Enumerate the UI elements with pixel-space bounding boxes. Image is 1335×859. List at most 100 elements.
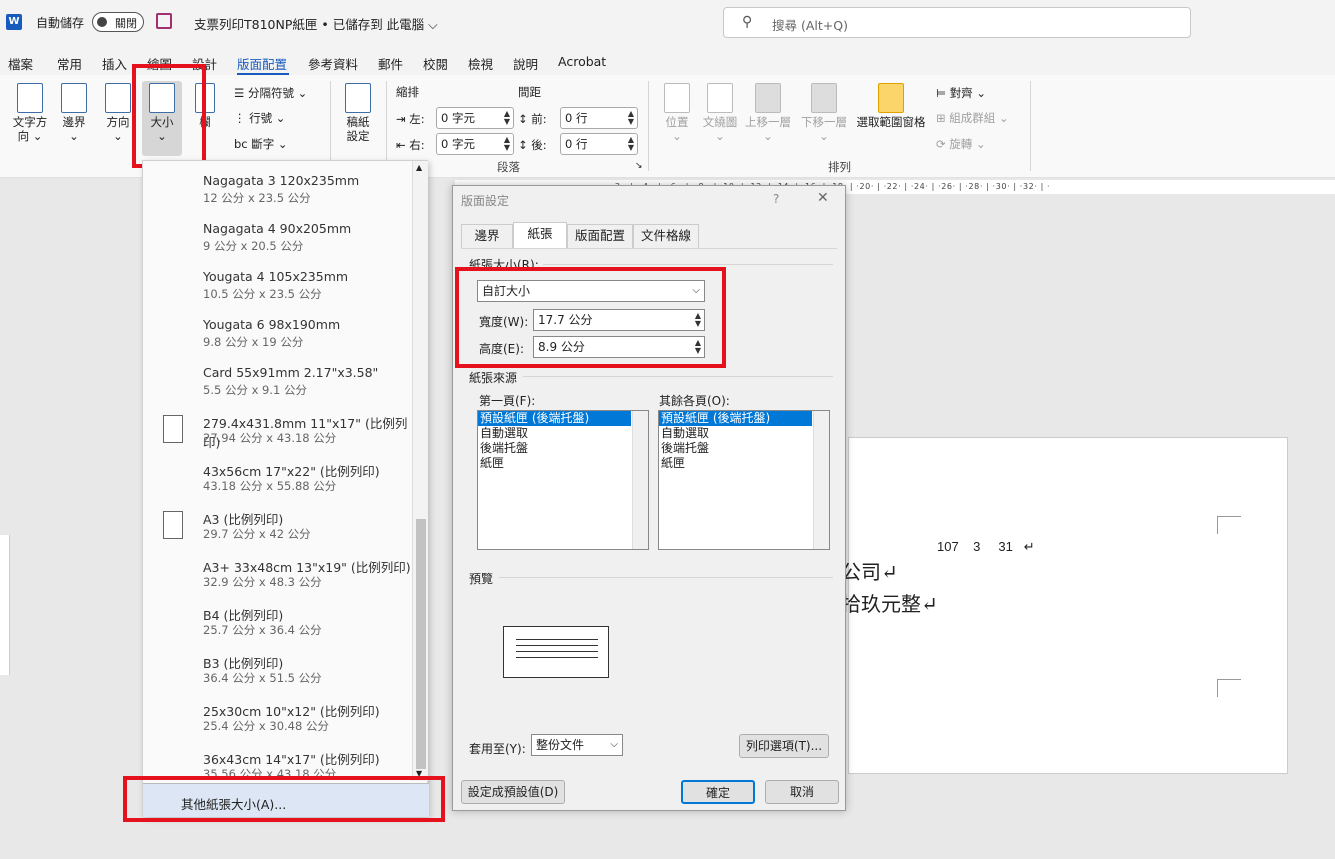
- scrollbar-thumb[interactable]: [416, 519, 426, 769]
- list-item[interactable]: Nagagata 3 120x235mm 12 公分 x 23.5 公分: [143, 167, 411, 215]
- paper-size-dimensions: 27.94 公分 x 43.18 公分: [203, 431, 337, 445]
- orientation-icon: [105, 83, 131, 113]
- group-icon: ⊞: [936, 111, 950, 125]
- rotate-button[interactable]: ⟳ 旋轉 ⌄: [936, 136, 986, 152]
- list-item[interactable]: B4 (比例列印) 25.7 公分 x 36.4 公分: [143, 599, 411, 647]
- hyphenation-button[interactable]: bc 斷字 ⌄: [234, 136, 288, 152]
- bring-forward-button[interactable]: 上移一層 ⌄: [742, 83, 794, 143]
- group-button[interactable]: ⊞ 組成群組 ⌄: [936, 110, 1009, 126]
- preview-label: 預覽: [469, 572, 494, 586]
- dropdown-scrollbar[interactable]: ▲ ▼: [412, 161, 428, 781]
- tab-layout[interactable]: 版面配置: [567, 224, 633, 248]
- margins-button[interactable]: 邊界 ⌄: [56, 83, 92, 143]
- space-after-input[interactable]: 0 行 ▲ ▼: [560, 133, 638, 155]
- ok-button[interactable]: 確定: [681, 780, 755, 804]
- tab-margins[interactable]: 邊界: [461, 224, 513, 248]
- space-before-label: ↕ 前:: [518, 112, 547, 126]
- autosave-toggle[interactable]: 關閉: [92, 12, 144, 32]
- list-item[interactable]: 預設紙匣 (後端托盤): [659, 411, 812, 426]
- paper-size-name: Yougata 6 98x190mm: [203, 317, 341, 332]
- list-item[interactable]: Card 55x91mm 2.17"x3.58" 5.5 公分 x 9.1 公分: [143, 359, 411, 407]
- search-placeholder: 搜尋 (Alt+Q): [772, 18, 848, 33]
- list-item[interactable]: 279.4x431.8mm 11"x17" (比例列印) 27.94 公分 x 4…: [143, 407, 411, 455]
- document-title[interactable]: 支票列印T810NP紙匣 • 已儲存到 此電腦 ⌵: [194, 14, 438, 33]
- close-icon[interactable]: ✕: [817, 190, 829, 206]
- paper-size-dimensions: 9 公分 x 20.5 公分: [203, 239, 304, 253]
- indent-right-icon: ⇤: [396, 138, 410, 152]
- list-item[interactable]: Nagagata 4 90x205mm 9 公分 x 20.5 公分: [143, 215, 411, 263]
- send-backward-button[interactable]: 下移一層 ⌄: [798, 83, 850, 143]
- list-item[interactable]: 43x56cm 17"x22" (比例列印) 43.18 公分 x 55.88 公…: [143, 455, 411, 503]
- tab-acrobat[interactable]: Acrobat: [558, 54, 606, 69]
- paper-size-dimensions: 25.7 公分 x 36.4 公分: [203, 623, 322, 637]
- indent-right-input[interactable]: 0 字元 ▲ ▼: [436, 133, 514, 155]
- tab-view[interactable]: 檢視: [468, 54, 493, 73]
- list-scrollbar[interactable]: [632, 411, 648, 549]
- list-item[interactable]: A3 (比例列印) 29.7 公分 x 42 公分: [143, 503, 411, 551]
- list-item[interactable]: 自動選取: [659, 426, 829, 441]
- indent-right-label: ⇤ 右:: [396, 138, 425, 152]
- list-item[interactable]: 後端托盤: [659, 441, 829, 456]
- list-item[interactable]: Yougata 6 98x190mm 9.8 公分 x 19 公分: [143, 311, 411, 359]
- list-scrollbar[interactable]: [813, 411, 829, 549]
- tab-home[interactable]: 常用: [57, 54, 82, 73]
- tab-help[interactable]: 說明: [513, 54, 538, 73]
- draft-settings-button[interactable]: 稿紙 設定: [340, 83, 376, 143]
- save-icon[interactable]: [156, 13, 172, 29]
- list-item[interactable]: 後端托盤: [478, 441, 648, 456]
- tab-paper[interactable]: 紙張: [513, 222, 567, 249]
- selection-pane-icon: [878, 83, 904, 113]
- list-item[interactable]: A3+ 33x48cm 13"x19" (比例列印) 32.9 公分 x 48.3…: [143, 551, 411, 599]
- orientation-label: 方向 ⌄: [106, 115, 130, 143]
- list-item[interactable]: 預設紙匣 (後端托盤): [478, 411, 631, 426]
- line-numbers-button[interactable]: ⋮ 行號 ⌄: [234, 110, 285, 126]
- draft-icon: [345, 83, 371, 113]
- text-direction-button[interactable]: 文字方 向 ⌄: [8, 83, 52, 143]
- list-item[interactable]: 自動選取: [478, 426, 648, 441]
- tab-divider: [461, 248, 837, 249]
- tab-references[interactable]: 參考資料: [308, 54, 358, 73]
- search-box[interactable]: ⚲ 搜尋 (Alt+Q): [723, 7, 1191, 38]
- list-item[interactable]: 紙匣: [659, 456, 829, 471]
- breaks-button[interactable]: ☰ 分隔符號 ⌄: [234, 85, 307, 101]
- separator: [1030, 81, 1031, 171]
- check-date: 107 3 31 ↵: [937, 539, 1035, 554]
- apply-to-label: 套用至(Y):: [469, 742, 526, 756]
- list-item[interactable]: Yougata 4 105x235mm 10.5 公分 x 23.5 公分: [143, 263, 411, 311]
- apply-to-select[interactable]: 整份文件 ⌵: [531, 734, 623, 756]
- position-icon: [664, 83, 690, 113]
- scroll-up-icon[interactable]: ▲: [416, 163, 422, 172]
- list-item[interactable]: 紙匣: [478, 456, 648, 471]
- selection-pane-button[interactable]: 選取範圍窗格: [854, 83, 928, 129]
- help-icon[interactable]: ?: [773, 192, 779, 206]
- list-item[interactable]: 25x30cm 10"x12" (比例列印) 25.4 公分 x 30.48 公分: [143, 695, 411, 743]
- paper-size-dimensions: 5.5 公分 x 9.1 公分: [203, 383, 308, 397]
- first-page-source-list[interactable]: 預設紙匣 (後端托盤) 自動選取 後端托盤 紙匣: [477, 410, 649, 550]
- paper-size-name: Nagagata 4 90x205mm: [203, 221, 352, 236]
- set-default-button[interactable]: 設定成預設值(D): [461, 780, 565, 804]
- cancel-button[interactable]: 取消: [765, 780, 839, 804]
- tab-layout[interactable]: 版面配置: [237, 54, 287, 73]
- wrap-text-button[interactable]: 文繞圖 ⌄: [700, 83, 740, 143]
- other-pages-source-list[interactable]: 預設紙匣 (後端托盤) 自動選取 後端托盤 紙匣: [658, 410, 830, 550]
- paragraph-launcher-icon[interactable]: ↘: [635, 161, 643, 171]
- dialog-title: 版面設定: [461, 194, 510, 208]
- tab-insert[interactable]: 插入: [102, 54, 127, 73]
- list-item[interactable]: B3 (比例列印) 36.4 公分 x 51.5 公分: [143, 647, 411, 695]
- indent-left-input[interactable]: 0 字元 ▲ ▼: [436, 107, 514, 129]
- arrange-group-label: 排列: [828, 160, 851, 174]
- orientation-button[interactable]: 方向 ⌄: [100, 83, 136, 143]
- position-button[interactable]: 位置 ⌄: [660, 83, 694, 143]
- title-bar: W 自動儲存 關閉 支票列印T810NP紙匣 • 已儲存到 此電腦 ⌵ ⚲ 搜尋…: [0, 0, 1335, 45]
- breaks-label: 分隔符號 ⌄: [247, 86, 308, 100]
- print-options-button[interactable]: 列印選項(T)...: [739, 734, 829, 758]
- align-button[interactable]: ⊨ 對齊 ⌄: [936, 85, 986, 101]
- tab-document-grid[interactable]: 文件格線: [633, 224, 699, 248]
- tab-review[interactable]: 校閱: [423, 54, 448, 73]
- space-before-input[interactable]: 0 行 ▲ ▼: [560, 107, 638, 129]
- space-after-icon: ↕: [518, 138, 532, 152]
- tab-file[interactable]: 檔案: [8, 54, 33, 73]
- wrap-text-icon: [707, 83, 733, 113]
- tab-mailings[interactable]: 郵件: [378, 54, 403, 73]
- document-page[interactable]: 107 3 31 ↵ 公司↵ 拾玖元整↵: [841, 437, 1288, 774]
